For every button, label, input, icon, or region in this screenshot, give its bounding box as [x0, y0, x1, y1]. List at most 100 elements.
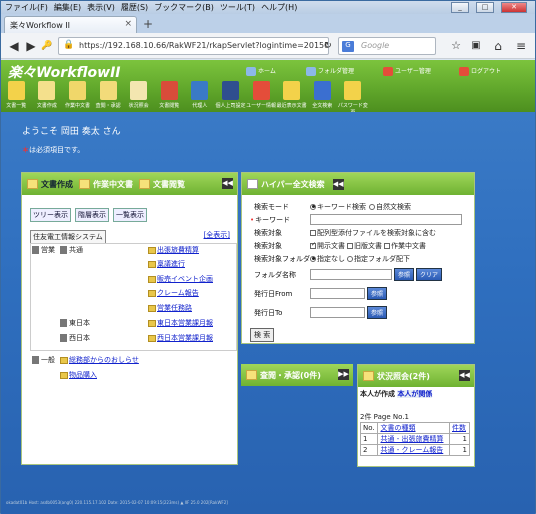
search-panel-title: ハイパー全文検索 [261, 179, 325, 189]
system-select[interactable]: 住友電工情報システム [30, 230, 106, 244]
home-link[interactable]: ホーム [246, 66, 276, 76]
close-tab-icon[interactable]: × [124, 19, 132, 29]
expand-icon[interactable]: ▶▶ [338, 369, 349, 380]
tree-folder-link[interactable]: 西日本営業課月報 [148, 333, 213, 343]
menu-tools[interactable]: ツール(T) [220, 2, 255, 13]
menu-status[interactable]: 状況照会 [123, 80, 154, 111]
menu-proxy[interactable]: 代理人 [185, 80, 216, 111]
folder-admin-link[interactable]: フォルダ管理 [306, 66, 354, 76]
tree-node: 営業 [32, 245, 55, 255]
tab-work-document[interactable]: 作業中文書 [93, 179, 133, 190]
menu-user-info[interactable]: ユーザー情報 [246, 80, 277, 111]
folder-ref-button[interactable]: 参照 [394, 268, 415, 281]
date-from-ref-button[interactable]: 参照 [367, 287, 388, 300]
tree-folder-link[interactable]: 東日本営業課月報 [148, 318, 213, 328]
minimize-icon[interactable]: _ [451, 2, 469, 13]
tab-related-to-me[interactable]: 本人が関係 [397, 390, 433, 398]
date-to-input[interactable] [310, 307, 365, 318]
menu-document-create[interactable]: 文書作成 [32, 80, 63, 111]
back-icon[interactable]: ◀ [6, 38, 22, 54]
menu-edit[interactable]: 編集(E) [54, 2, 81, 13]
lock-icon: 🔒 [63, 40, 75, 50]
menu-browse[interactable]: 文書閲覧 [154, 80, 185, 111]
list-view-button[interactable]: 一覧表示 [113, 208, 147, 222]
user-admin-link[interactable]: ユーザー管理 [383, 66, 431, 76]
menu-recent[interactable]: 最近表示文書 [276, 80, 307, 111]
menu-bookmarks[interactable]: ブックマーク(B) [154, 2, 214, 13]
url-bar[interactable]: 🔒 https://192.168.10.66/RakWF21/rkapServ… [58, 37, 329, 55]
tree-view-button[interactable]: ツリー表示 [30, 208, 71, 222]
tab-created-by-me[interactable]: 本人が作成 [360, 390, 395, 398]
identity-icon[interactable]: 🔑 [39, 38, 55, 54]
date-from-input[interactable] [310, 288, 365, 299]
tree-folder-link[interactable]: 出張旅費精算 [148, 245, 199, 255]
tab-title: 楽々Workflow II [10, 21, 70, 30]
tree-folder-link[interactable]: 物品購入 [60, 370, 97, 380]
collapse-icon[interactable]: ◀◀ [222, 178, 233, 189]
book-icon [139, 179, 150, 189]
menu-work-document[interactable]: 作業中文書 [62, 80, 93, 111]
mode-natural-radio[interactable]: 自然文検索 [369, 202, 411, 212]
hamburger-menu-icon[interactable]: ≡ [513, 38, 529, 54]
menu-help[interactable]: ヘルプ(H) [261, 2, 297, 13]
status-tabs: 本人が作成 本人が関係 [360, 389, 433, 399]
collapse-icon[interactable]: ◀◀ [459, 370, 470, 381]
home-icon[interactable]: ⌂ [490, 38, 506, 54]
reload-icon[interactable]: ↻ [320, 38, 336, 54]
browser-window: ファイル(F) 編集(E) 表示(V) 履歴(S) ブックマーク(B) ツール(… [0, 0, 536, 514]
menu-document-list[interactable]: 文書一覧 [1, 80, 32, 111]
tree-folder-link[interactable]: クレーム報告 [148, 288, 199, 298]
folder-name-input[interactable] [310, 269, 392, 280]
date-to-ref-button[interactable]: 参照 [367, 306, 388, 319]
tree-folder-link[interactable]: 販売イベント企画 [148, 274, 213, 284]
menu-boss[interactable]: 個人上司設定 [215, 80, 246, 111]
folder-none-radio[interactable]: 指定なし [310, 254, 345, 264]
mode-keyword-radio[interactable]: キーワード検索 [310, 202, 366, 212]
collapse-icon[interactable]: ◀◀ [332, 178, 344, 190]
app-logo[interactable]: 楽々WorkflowII [8, 62, 121, 82]
new-tab-icon[interactable]: + [143, 17, 153, 31]
keyword-input[interactable] [310, 214, 462, 225]
search-input[interactable]: G Google [338, 37, 436, 55]
to-row: 発行日To 参照 [250, 305, 475, 320]
folder-clear-button[interactable]: クリア [416, 268, 443, 281]
menu-hyper-search[interactable]: 全文検索 [307, 80, 338, 111]
folder-icon [148, 289, 156, 297]
menu-file[interactable]: ファイル(F) [5, 2, 48, 13]
status-row-link[interactable]: 共通 - クレーム報告 [377, 444, 450, 456]
old-version-checkbox[interactable]: 旧版文書 [347, 241, 382, 251]
menu-password[interactable]: パスワード変更 [338, 80, 369, 116]
working-checkbox[interactable]: 作業中文書 [384, 241, 426, 251]
approve-panel-header[interactable]: 査閲・承認(0件) ▶▶ [241, 364, 353, 386]
tree-folder-link[interactable]: 総務部からのおしらせ [60, 355, 139, 365]
close-window-icon[interactable]: ✕ [501, 2, 527, 13]
downloads-icon[interactable]: ▣ [468, 38, 484, 54]
search-engine-icon[interactable]: G [342, 41, 354, 52]
tree-folder-link[interactable]: 稟議進行 [148, 259, 185, 269]
show-all-link[interactable]: [全表示] [204, 230, 230, 240]
document-list-icon [7, 81, 25, 100]
status-row-link[interactable]: 共通 - 出張旅費精算 [377, 433, 450, 445]
tab-document-browse[interactable]: 文書閲覧 [153, 179, 185, 190]
bookmark-star-icon[interactable]: ☆ [448, 38, 464, 54]
disclosed-checkbox[interactable]: 開示文書 [310, 241, 345, 251]
folder-specified-radio[interactable]: 指定フォルダ配下 [347, 254, 410, 264]
menu-history[interactable]: 履歴(S) [121, 2, 148, 13]
password-icon [344, 81, 362, 100]
browser-tab[interactable]: 楽々Workflow II × [4, 16, 137, 33]
attach-checkbox[interactable]: 配列型添付ファイルを検索対象に含む [310, 228, 436, 238]
approve-panel: 査閲・承認(0件) ▶▶ [241, 364, 353, 386]
tab-document-create[interactable]: 文書作成 [41, 179, 73, 190]
search-button[interactable]: 検 索 [250, 327, 275, 342]
forward-icon[interactable]: ▶ [23, 38, 39, 54]
maximize-icon[interactable]: □ [476, 2, 494, 13]
proxy-icon [191, 81, 209, 100]
cabinet-icon [60, 319, 67, 327]
menu-approve[interactable]: 査閲・承認 [93, 80, 124, 111]
hierarchy-view-button[interactable]: 階層表示 [75, 208, 109, 222]
menu-view[interactable]: 表示(V) [87, 2, 115, 13]
tree-folder-link[interactable]: 営業任務路 [148, 303, 192, 313]
logout-link[interactable]: ログアウト [459, 66, 501, 76]
boss-icon [221, 81, 239, 100]
work-document-icon [68, 81, 86, 100]
